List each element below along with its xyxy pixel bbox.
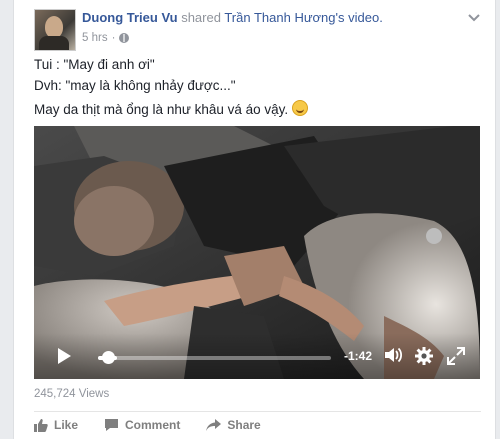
chevron-down-icon[interactable] (467, 12, 481, 22)
video-player[interactable]: -1:42 (34, 126, 480, 379)
like-button[interactable]: Like (34, 418, 78, 432)
share-icon (206, 419, 222, 431)
remaining-time: -1:42 (344, 349, 373, 363)
post-text-line-2: Dvh: "may là không nhảy được..." (34, 78, 236, 93)
post-text-line-3-text: May da thịt mà ổng là như khâu vá áo vậy… (34, 102, 289, 117)
progress-handle[interactable] (102, 351, 116, 364)
post-card: Duong Trieu Vu shared Trần Thanh Hương's… (13, 0, 496, 439)
progress-track[interactable] (98, 356, 331, 360)
post-time[interactable]: 5 hrs (82, 32, 108, 44)
video-controls: -1:42 (34, 333, 480, 379)
globe-icon[interactable] (119, 33, 130, 43)
share-label: Share (227, 418, 261, 432)
post-text-line-1: Tui : "May đi anh ơi" (34, 57, 155, 72)
comment-button[interactable]: Comment (104, 418, 180, 432)
author-avatar[interactable] (34, 9, 76, 51)
author-name[interactable]: Duong Trieu Vu (82, 10, 178, 25)
divider (34, 411, 481, 412)
comment-icon (105, 419, 119, 431)
action-bar: Like Comment Share (34, 418, 287, 432)
like-icon (34, 419, 48, 432)
fullscreen-icon[interactable] (446, 346, 466, 366)
shared-text: shared (181, 10, 221, 25)
view-count: 245,724 Views (34, 388, 110, 400)
post-text-line-3: May da thịt mà ổng là như khâu vá áo vậy… (34, 100, 308, 117)
source-suffix[interactable]: 's video. (336, 10, 383, 25)
like-label: Like (54, 418, 79, 432)
play-icon[interactable] (58, 348, 71, 364)
comment-label: Comment (125, 418, 181, 432)
post-meta: 5 hrs · (82, 32, 130, 44)
source-name[interactable]: Trần Thanh Hương (224, 10, 335, 25)
grin-emoji-icon (291, 100, 308, 116)
share-button[interactable]: Share (206, 418, 261, 432)
settings-icon[interactable] (414, 346, 434, 366)
post-header: Duong Trieu Vu shared Trần Thanh Hương's… (82, 10, 383, 25)
volume-icon[interactable] (383, 346, 403, 364)
